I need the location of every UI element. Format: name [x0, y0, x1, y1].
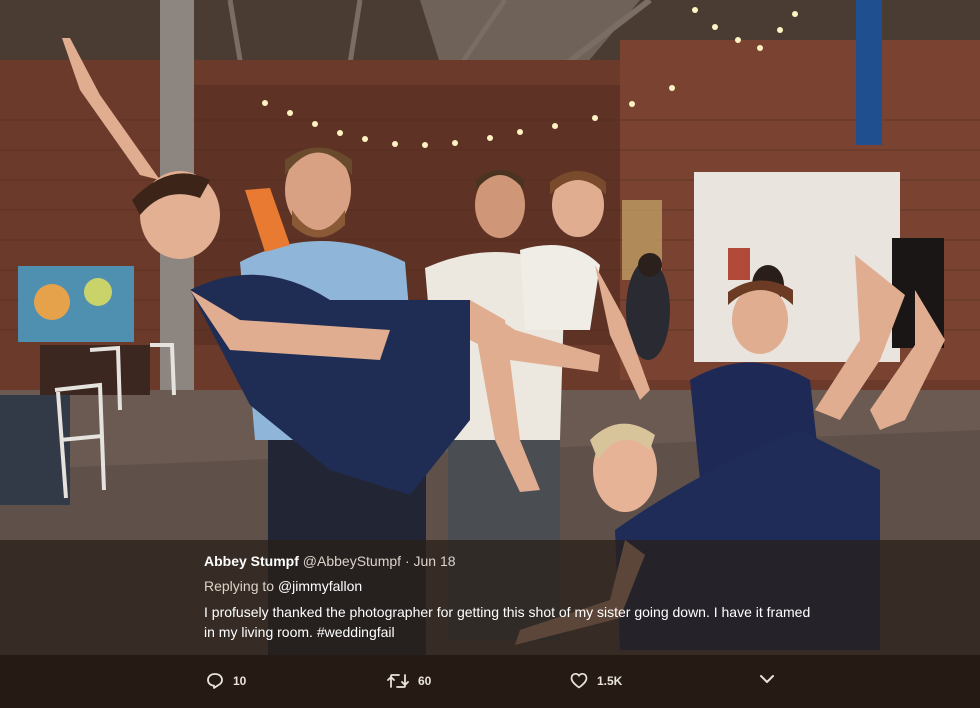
user-handle[interactable]: @AbbeyStumpf: [303, 553, 401, 569]
tweet-header: Abbey Stumpf @AbbeyStumpf · Jun 18: [204, 550, 824, 572]
retweet-count: 60: [418, 674, 432, 688]
tweet-date[interactable]: Jun 18: [414, 553, 456, 569]
reply-button[interactable]: 10: [206, 672, 246, 690]
reply-count: 10: [233, 674, 247, 688]
heart-icon: [570, 672, 588, 689]
reply-icon: [207, 673, 223, 689]
separator-dot: ·: [404, 553, 410, 569]
tweet-text: I profusely thanked the photographer for…: [204, 602, 824, 642]
replying-to-line: Replying to @jimmyfallon: [204, 575, 824, 597]
retweet-button[interactable]: 60: [387, 672, 431, 690]
like-count: 1.5K: [597, 673, 623, 688]
tweet-action-bar: 10 60 1.5K: [0, 655, 980, 708]
display-name[interactable]: Abbey Stumpf: [204, 553, 299, 569]
tweet-card[interactable]: Abbey Stumpf @AbbeyStumpf · Jun 18 Reply…: [204, 550, 824, 642]
retweet-icon: [387, 674, 409, 688]
hashtag-link[interactable]: #weddingfail: [317, 624, 395, 640]
tweet-body-text: I profusely thanked the photographer for…: [204, 604, 811, 640]
replying-to-link[interactable]: @jimmyfallon: [278, 578, 362, 594]
chevron-down-icon: [760, 675, 774, 683]
replying-to-label: Replying to: [204, 578, 275, 594]
like-button[interactable]: 1.5K: [570, 672, 622, 689]
more-options-button[interactable]: [759, 673, 784, 685]
